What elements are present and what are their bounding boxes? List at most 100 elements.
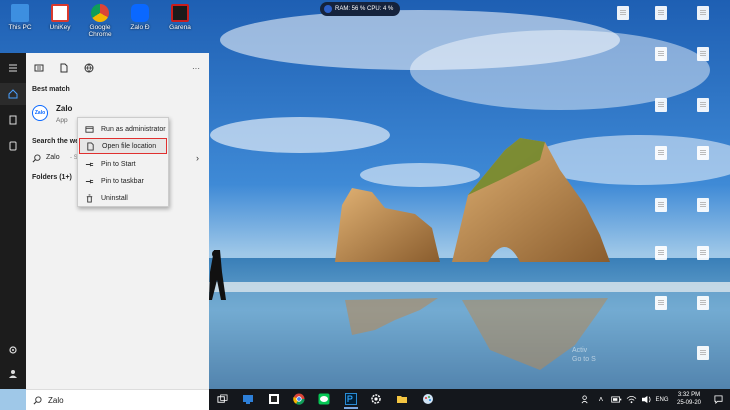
desktop-file-icon[interactable] [697, 246, 709, 260]
line-taskbar-button[interactable] [317, 392, 331, 406]
desktop-file-icon[interactable] [655, 146, 667, 160]
desktop-file-icon[interactable] [655, 296, 667, 310]
garena-icon [171, 4, 189, 22]
chevron-up-icon: ˄ [598, 395, 604, 404]
more-options-button[interactable]: ··· [190, 62, 202, 74]
chevron-right-icon[interactable]: › [196, 153, 199, 163]
pin-icon [84, 159, 94, 169]
task-view-icon [216, 394, 227, 403]
desktop-file-icon[interactable] [655, 198, 667, 212]
shield-icon [84, 124, 94, 134]
hamburger-menu-button[interactable] [0, 57, 26, 79]
desktop-icon-label: Zalo Đ [130, 24, 150, 31]
sticky-notes-icon [269, 394, 279, 404]
desktop-file-icon[interactable] [655, 6, 667, 20]
chrome-icon [293, 393, 305, 405]
desktop-icon-label: UniKey [49, 24, 71, 31]
chrome-taskbar-button[interactable] [292, 392, 306, 406]
pin-to-taskbar-item[interactable]: Pin to taskbar [79, 173, 167, 189]
web-tab[interactable] [83, 62, 95, 74]
sticky-notes-button[interactable] [267, 392, 281, 406]
apps-button[interactable] [0, 135, 26, 157]
apps-icon [9, 141, 17, 151]
desktop-file-icon[interactable] [655, 246, 667, 260]
run-as-administrator-item[interactable]: Run as administrator [79, 121, 167, 137]
best-match-app-type: App [56, 117, 68, 124]
ellipsis-icon: ··· [192, 63, 200, 73]
battery-icon [610, 396, 621, 403]
best-match-title: Best match [32, 86, 70, 93]
home-button[interactable] [0, 83, 26, 105]
desktop-icon-garena[interactable]: Garena [160, 4, 200, 31]
this-pc-icon [11, 4, 29, 22]
task-view-button[interactable] [215, 392, 229, 406]
taskbar-clock[interactable]: 3:32 PM 25-09-20 [671, 391, 707, 407]
search-input-value[interactable]: Zalo [48, 396, 64, 405]
desktop-file-icon[interactable] [617, 6, 629, 20]
all-tab[interactable] [33, 62, 45, 74]
notification-icon [713, 395, 723, 404]
battery-tray-button[interactable] [610, 389, 622, 410]
search-input[interactable]: Zalo [26, 389, 209, 410]
documents-button[interactable] [0, 109, 26, 131]
all-results-icon [34, 64, 44, 72]
uninstall-item[interactable]: Uninstall [79, 190, 167, 206]
line-icon [318, 393, 330, 405]
document-icon [9, 115, 17, 125]
file-icon [85, 141, 95, 151]
settings-taskbar-button[interactable] [369, 392, 383, 406]
people-icon [581, 395, 588, 404]
desktop-file-icon[interactable] [697, 296, 709, 310]
settings-button[interactable] [0, 339, 26, 361]
home-icon [8, 89, 18, 99]
people-button[interactable] [241, 392, 255, 406]
open-file-location-item[interactable]: Open file location [79, 138, 167, 154]
search-web-title: Search the we [32, 138, 80, 145]
documents-tab[interactable] [58, 62, 70, 74]
desktop-file-icon[interactable] [655, 47, 667, 61]
desktop-icon-unikey[interactable]: UniKey [40, 4, 80, 31]
trash-icon [84, 193, 94, 203]
search-icon [33, 395, 42, 404]
start-left-rail [0, 53, 26, 389]
unikey-icon [51, 4, 69, 22]
speaker-icon [641, 395, 651, 404]
best-match-app-name[interactable]: Zalo [56, 104, 72, 113]
photoshop-taskbar-button[interactable] [344, 392, 358, 409]
user-button[interactable] [0, 363, 26, 385]
file-explorer-taskbar-button[interactable] [395, 392, 409, 406]
widget-dot-icon [324, 5, 332, 13]
action-center-button[interactable] [711, 389, 725, 410]
wifi-icon [626, 395, 636, 404]
desktop-file-icon[interactable] [697, 146, 709, 160]
panel-toolbar: ··· [26, 53, 209, 83]
menu-item-label: Open file location [102, 142, 157, 150]
pin-to-start-item[interactable]: Pin to Start [79, 156, 167, 172]
desktop-file-icon[interactable] [655, 98, 667, 112]
globe-icon [84, 63, 94, 73]
language-indicator[interactable]: ENG [653, 389, 671, 410]
desktop-icon-chrome[interactable]: Google Chrome [80, 4, 120, 38]
desktop-icon-this-pc[interactable]: This PC [0, 4, 40, 31]
menu-item-label: Pin to Start [101, 160, 136, 168]
web-query-text: Zalo [46, 154, 60, 161]
desktop-icon-label: Garena [169, 24, 191, 31]
desktop-file-icon[interactable] [697, 98, 709, 112]
show-hidden-icons-button[interactable]: ˄ [596, 389, 606, 410]
people-tray-button[interactable] [579, 389, 591, 410]
hamburger-icon [9, 64, 17, 72]
desktop-file-icon[interactable] [697, 6, 709, 20]
volume-tray-button[interactable] [640, 389, 652, 410]
paint-taskbar-button[interactable] [421, 392, 435, 406]
desktop-icon-zalo[interactable]: Zalo Đ [120, 4, 160, 31]
desktop-file-icon[interactable] [697, 198, 709, 212]
desktop-file-icon[interactable] [697, 47, 709, 61]
performance-widget[interactable]: RAM: 56 % CPU: 4 % [320, 2, 400, 16]
taskbar: ˄ ENG 3:32 PM 25-09-20 [209, 389, 730, 410]
menu-item-label: Run as administrator [101, 125, 166, 133]
zalo-app-icon[interactable]: Zalo [32, 105, 48, 121]
folders-title: Folders (1+) [32, 174, 72, 181]
desktop-file-icon[interactable] [697, 346, 709, 360]
search-icon [32, 154, 41, 163]
network-tray-button[interactable] [625, 389, 637, 410]
